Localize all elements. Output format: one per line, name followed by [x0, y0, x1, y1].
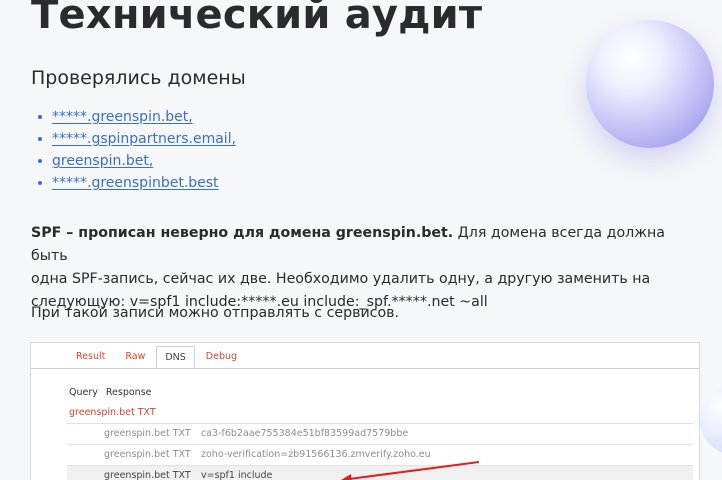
dns-screenshot: Result Raw DNS Debug Query Response green…	[30, 342, 700, 480]
list-item: *****.greenspinbet.best	[31, 172, 236, 194]
spf-text-2: одна SPF-запись, сейчас их две. Необходи…	[31, 271, 651, 287]
list-item: *****.greenspin.bet,	[31, 106, 236, 128]
note-paragraph: При такой записи можно отправлять с серв…	[31, 305, 400, 321]
annotation-arrow-icon	[341, 461, 480, 480]
decorative-sphere	[586, 20, 714, 148]
domain-list: *****.greenspin.bet, *****.gspinpartners…	[31, 106, 236, 194]
spf-paragraph: SPF – прописан неверно для домена greens…	[31, 222, 671, 314]
page: Технический аудит Проверялись домены ***…	[0, 0, 722, 480]
domain-link[interactable]: *****.greenspin.bet,	[52, 109, 193, 125]
list-item: *****.gspinpartners.email,	[31, 128, 236, 150]
domain-link[interactable]: *****.greenspinbet.best	[52, 175, 219, 191]
list-item: greenspin.bet,	[31, 150, 236, 172]
spf-warning: SPF – прописан неверно для домена greens…	[31, 225, 454, 241]
section-subtitle: Проверялись домены	[31, 67, 246, 89]
domain-link[interactable]: *****.gspinpartners.email,	[52, 131, 236, 147]
domain-link[interactable]: greenspin.bet,	[52, 153, 153, 169]
page-title: Технический аудит	[31, 0, 483, 38]
decorative-sphere-small	[700, 385, 722, 455]
